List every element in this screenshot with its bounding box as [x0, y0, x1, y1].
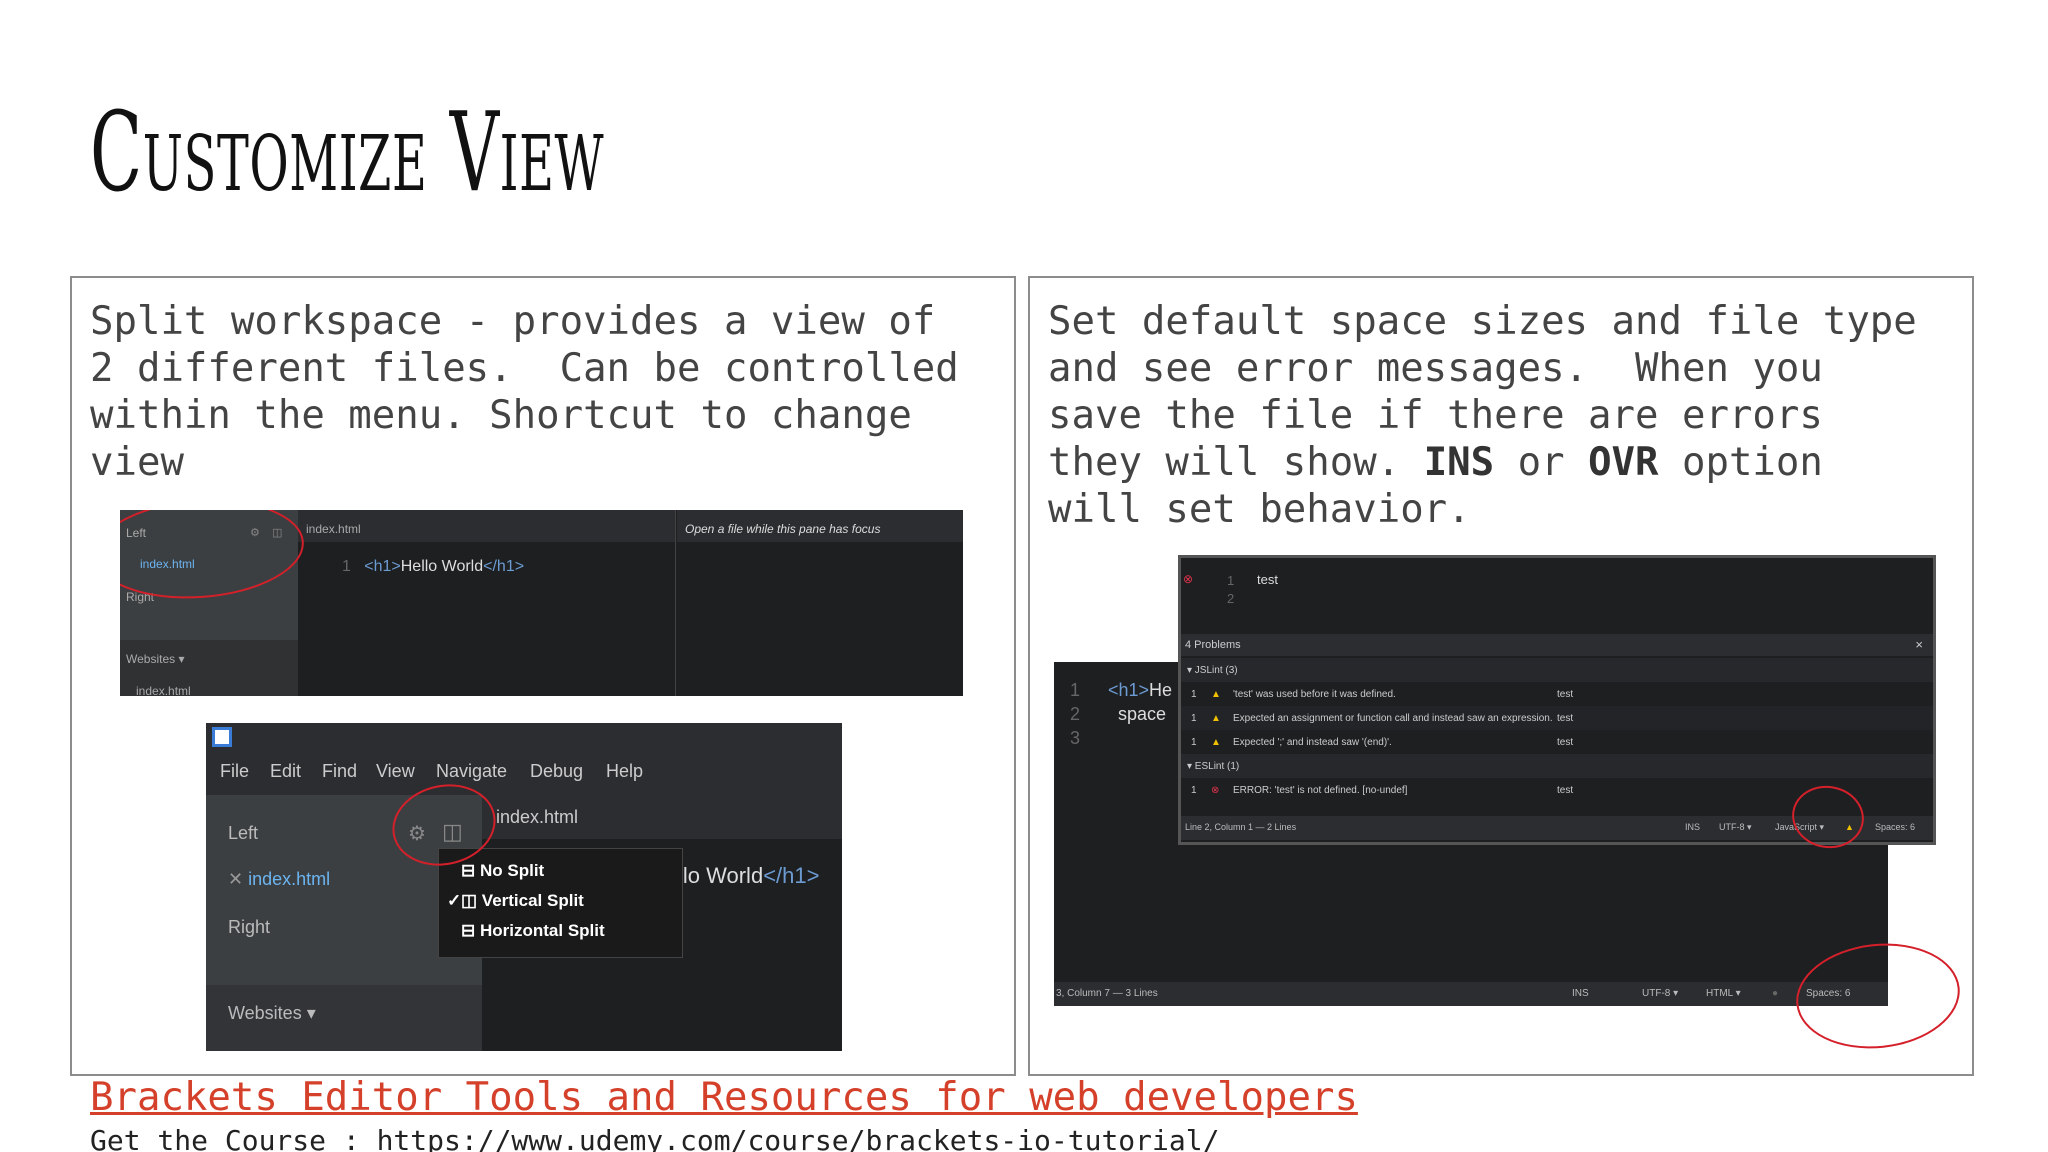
split-toggle-icon[interactable]: ◫ — [442, 819, 463, 845]
right-editor-pane[interactable]: Open a file while this pane has focus — [677, 510, 963, 696]
line-numbers: 12 — [1227, 573, 1235, 606]
ins-toggle[interactable]: INS — [1572, 988, 1589, 999]
left-pane-tab[interactable]: index.html — [298, 510, 675, 542]
warning-icon[interactable]: ▲ — [1845, 822, 1854, 832]
vertical-split-option[interactable]: ✓◫ Vertical Split — [447, 891, 584, 911]
working-file-index[interactable]: index.html — [140, 557, 195, 571]
vertical-split-icon: ◫ — [461, 891, 478, 910]
language-select[interactable]: HTML ▾ — [1706, 988, 1741, 999]
line-numbers: 123 — [1070, 680, 1081, 748]
space-settings-panel: Set default space sizes and file type an… — [1028, 276, 1974, 1076]
problem-row[interactable]: 1 ▲ Expected ';' and instead saw '(end)'. t… — [1181, 730, 1933, 754]
menu-debug[interactable]: Debug — [530, 761, 583, 782]
status-bar: Line 2, Column 1 — 2 Lines INS UTF-8 ▾ J… — [1181, 816, 1933, 840]
code-lines: <h1>He space — [1108, 680, 1173, 724]
split-dropdown-menu: ⊟ No Split ✓◫ Vertical Split ⊟ Horizonta… — [438, 848, 683, 958]
no-split-icon: ⊟ — [461, 861, 476, 880]
view-menu-screenshot: File Edit Find View Navigate Debug Help … — [206, 723, 842, 1051]
course-link[interactable]: Brackets Editor Tools and Resources for … — [90, 1075, 1358, 1120]
problem-row[interactable]: 1 ▲ Expected an assignment or function cal… — [1181, 706, 1933, 730]
right-pane-tab: Open a file while this pane has focus — [677, 510, 963, 542]
brackets-logo-icon — [212, 727, 232, 747]
language-select[interactable]: JavaScript ▾ — [1775, 822, 1824, 833]
jslint-group[interactable]: ▾ JSLint (3) — [1181, 658, 1933, 682]
working-file-index[interactable]: ✕ index.html — [228, 869, 330, 890]
status-bar: 3, Column 7 — 3 Lines INS UTF-8 ▾ HTML ▾… — [1054, 982, 1888, 1006]
eslint-group[interactable]: ▾ ESLint (1) — [1181, 754, 1933, 778]
menu-navigate[interactable]: Navigate — [436, 761, 507, 782]
websites-dropdown[interactable]: Websites ▾ — [228, 1003, 316, 1024]
left-pane-label: Left — [126, 526, 147, 540]
horizontal-split-option[interactable]: ⊟ Horizontal Split — [447, 921, 605, 941]
warning-icon: ▲ — [1211, 689, 1221, 700]
warning-icon: ▲ — [1211, 713, 1221, 724]
lint-status-icon[interactable]: ● — [1772, 988, 1778, 999]
websites-section: Websites ▾ index.html — [120, 640, 298, 696]
problems-panel-screenshot: ⊗ 12 test 4 Problems × ▾ JSLint (3) 1 ▲'t… — [1178, 555, 1936, 845]
right-pane-label: Right — [126, 590, 155, 604]
problem-row[interactable]: 1 ▲'test' was used before it was defined.… — [1181, 682, 1933, 706]
websites-section: Websites ▾ — [206, 985, 482, 1051]
space-settings-description: Set default space sizes and file type an… — [1048, 299, 1917, 532]
sidebar: Left ⚙ ◫ index.html Right Websites ▾ ind… — [120, 510, 298, 696]
cursor-position: 3, Column 7 — 3 Lines — [1056, 988, 1158, 999]
gear-icon[interactable]: ⚙ — [408, 821, 426, 846]
left-pane-label: Left — [228, 823, 259, 843]
code-text: Hello World — [400, 558, 484, 575]
problems-header: 4 Problems × — [1181, 634, 1933, 656]
code-close-tag: </h1> — [483, 558, 525, 575]
code-line: test — [1257, 572, 1278, 587]
cursor-position: Line 2, Column 1 — 2 Lines — [1185, 822, 1297, 832]
slide-title: Customize View — [90, 88, 605, 216]
line-number: 1 — [342, 558, 351, 575]
left-editor-pane[interactable]: index.html 1 <h1>Hello World</h1> — [298, 510, 676, 696]
error-icon: ⊗ — [1211, 785, 1220, 796]
ovr-keyword: OVR — [1588, 440, 1659, 485]
encoding-select[interactable]: UTF-8 ▾ — [1642, 988, 1678, 999]
split-workspace-panel: Split workspace - provides a view of 2 d… — [70, 276, 1016, 1076]
horizontal-split-icon: ⊟ — [461, 921, 476, 940]
menu-find[interactable]: Find — [322, 761, 357, 782]
spaces-setting[interactable]: Spaces: 6 — [1806, 988, 1850, 999]
ins-toggle[interactable]: INS — [1685, 822, 1700, 832]
encoding-select[interactable]: UTF-8 ▾ — [1719, 822, 1752, 833]
menu-edit[interactable]: Edit — [270, 761, 301, 782]
close-icon[interactable]: × — [1915, 637, 1923, 652]
split-workspace-description: Split workspace - provides a view of 2 d… — [90, 299, 959, 485]
spaces-setting[interactable]: Spaces: 6 — [1875, 822, 1915, 832]
menu-help[interactable]: Help — [606, 761, 643, 782]
editor-tab[interactable]: index.html — [482, 795, 842, 839]
split-view-screenshot: Left ⚙ ◫ index.html Right Websites ▾ ind… — [120, 510, 963, 696]
code-line: llo World</h1> — [678, 863, 820, 888]
problem-row[interactable]: 1 ⊗ ERROR: 'test' is not defined. [no-unde… — [1181, 778, 1933, 802]
ins-keyword: INS — [1423, 440, 1495, 485]
right-pane-label: Right — [228, 917, 271, 937]
course-url[interactable]: Get the Course : https://www.udemy.com/c… — [90, 1124, 1219, 1152]
gear-icon[interactable]: ⚙ — [250, 526, 260, 539]
code-open-tag: <h1> — [364, 558, 401, 575]
menu-file[interactable]: File — [220, 761, 249, 782]
menu-bar: File Edit Find View Navigate Debug Help — [206, 751, 842, 795]
warning-icon: ▲ — [1211, 737, 1221, 748]
code-line: 1 <h1>Hello World</h1> — [342, 558, 524, 576]
split-toggle-icon[interactable]: ◫ — [272, 526, 282, 539]
menu-view[interactable]: View — [376, 761, 415, 782]
websites-dropdown[interactable]: Websites ▾ — [126, 652, 185, 666]
error-icon: ⊗ — [1183, 572, 1194, 586]
websites-file[interactable]: index.html — [136, 684, 191, 696]
no-split-option[interactable]: ⊟ No Split — [447, 861, 544, 881]
